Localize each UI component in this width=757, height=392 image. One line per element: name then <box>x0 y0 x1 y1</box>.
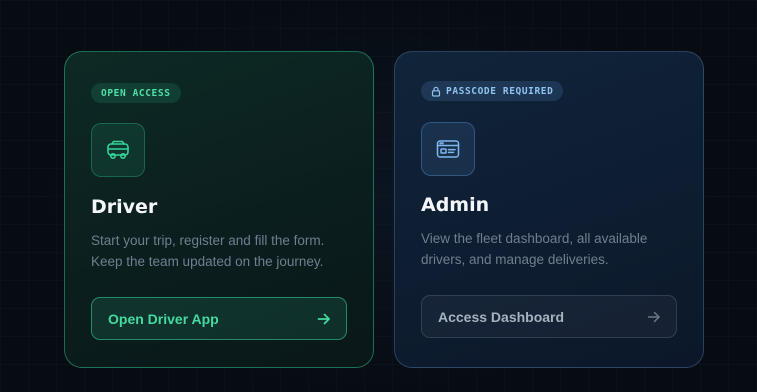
description-line: drivers, and manage deliveries. <box>421 252 609 267</box>
badge-label: OPEN ACCESS <box>101 87 171 99</box>
driver-title: Driver <box>91 196 158 218</box>
driver-card: OPEN ACCESS Driver Start your trip, regi… <box>64 51 374 368</box>
lock-icon <box>431 86 441 97</box>
admin-card: PASSCODE REQUIRED Admin View the fleet d… <box>394 51 704 368</box>
passcode-required-badge: PASSCODE REQUIRED <box>421 81 564 101</box>
description-line: View the fleet dashboard, all available <box>421 231 648 246</box>
open-driver-app-button[interactable]: Open Driver App <box>91 297 347 340</box>
driver-description: Start your trip, register and fill the f… <box>91 230 361 272</box>
description-line: Start your trip, register and fill the f… <box>91 233 325 248</box>
description-line: Keep the team updated on the journey. <box>91 254 324 269</box>
button-label: Access Dashboard <box>438 308 565 325</box>
admin-title: Admin <box>421 194 490 216</box>
arrow-right-icon <box>646 309 662 325</box>
badge-label: PASSCODE REQUIRED <box>446 85 554 97</box>
admin-description: View the fleet dashboard, all available … <box>421 228 691 270</box>
arrow-right-icon <box>316 311 332 327</box>
open-access-badge: OPEN ACCESS <box>91 83 181 103</box>
van-icon <box>91 123 145 177</box>
dashboard-window-icon <box>421 122 475 176</box>
button-label: Open Driver App <box>108 310 219 327</box>
access-dashboard-button[interactable]: Access Dashboard <box>421 295 677 338</box>
